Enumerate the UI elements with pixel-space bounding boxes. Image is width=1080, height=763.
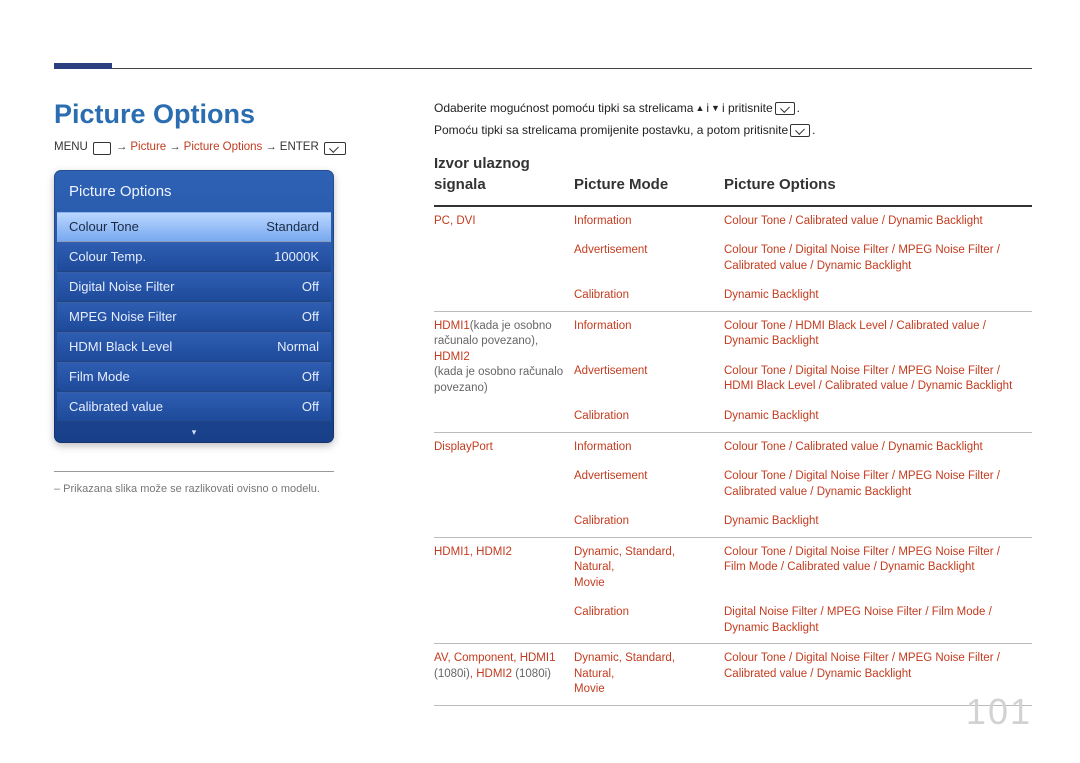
chevron-down-icon[interactable]: ▾ — [57, 422, 331, 440]
cell-options: Dynamic Backlight — [724, 281, 1032, 311]
cell-mode: Advertisement — [574, 462, 724, 507]
bc-menu: MENU — [54, 140, 88, 156]
page-number: 101 — [966, 688, 1032, 737]
cell-source: AVComponentHDMI1 (1080i)HDMI2 (1080i) — [434, 644, 574, 706]
enter-icon — [324, 142, 346, 155]
osd-row[interactable]: Digital Noise Filter Off — [57, 272, 331, 302]
osd-row-value: Off — [302, 398, 319, 416]
th-source: Izvor ulaznog signala — [434, 148, 574, 206]
instruction-2: Pomoću tipki sa strelicama promijenite p… — [434, 122, 1032, 138]
cell-mode: Calibration — [574, 281, 724, 311]
cell-mode: Calibration — [574, 402, 724, 432]
cell-mode: Calibration — [574, 507, 724, 537]
osd-row[interactable]: Calibrated value Off — [57, 392, 331, 422]
cell-options: Colour ToneHDMI Black LevelCalibrated va… — [724, 311, 1032, 357]
cell-mode: Calibration — [574, 598, 724, 644]
menu-icon — [93, 142, 111, 155]
cell-mode: DynamicStandardNaturalMovie — [574, 644, 724, 706]
divider — [54, 471, 334, 472]
cell-mode: Advertisement — [574, 357, 724, 402]
cell-source: DisplayPort — [434, 432, 574, 537]
osd-row[interactable]: Film Mode Off — [57, 362, 331, 392]
osd-row-label: Digital Noise Filter — [69, 278, 174, 296]
osd-row-label: Film Mode — [69, 368, 130, 386]
table-row: AVComponentHDMI1 (1080i)HDMI2 (1080i)Dyn… — [434, 644, 1032, 706]
cell-mode: DynamicStandardNaturalMovie — [574, 537, 724, 598]
cell-options: Colour ToneDigital Noise FilterMPEG Nois… — [724, 236, 1032, 281]
breadcrumb: MENU → Picture → Picture Options → ENTER — [54, 140, 374, 156]
cell-options: Digital Noise FilterMPEG Noise FilterFil… — [724, 598, 1032, 644]
th-mode: Picture Mode — [574, 148, 724, 206]
osd-row-value: Off — [302, 278, 319, 296]
cell-options: Dynamic Backlight — [724, 402, 1032, 432]
cell-options: Dynamic Backlight — [724, 507, 1032, 537]
enter-icon — [790, 124, 810, 137]
cell-options: Colour ToneDigital Noise FilterMPEG Nois… — [724, 537, 1032, 598]
cell-mode: Information — [574, 206, 724, 237]
osd-row[interactable]: MPEG Noise Filter Off — [57, 302, 331, 332]
table-row: DisplayPortInformationColour ToneCalibra… — [434, 432, 1032, 462]
enter-icon — [775, 102, 795, 115]
osd-row-value: Standard — [266, 218, 319, 236]
cell-source: PCDVI — [434, 206, 574, 312]
osd-row-label: Colour Tone — [69, 218, 139, 236]
osd-row-label: MPEG Noise Filter — [69, 308, 177, 326]
th-options: Picture Options — [724, 148, 1032, 206]
osd-row[interactable]: Colour Tone Standard — [57, 212, 331, 242]
cell-source: HDMI1HDMI2 — [434, 537, 574, 644]
osd-row-label: HDMI Black Level — [69, 338, 172, 356]
table-row: HDMI1HDMI2DynamicStandardNaturalMovieCol… — [434, 537, 1032, 598]
osd-row-value: Off — [302, 368, 319, 386]
cell-options: Colour ToneCalibrated valueDynamic Backl… — [724, 206, 1032, 237]
cell-options: Colour ToneDigital Noise FilterMPEG Nois… — [724, 462, 1032, 507]
table-row: PCDVIInformationColour ToneCalibrated va… — [434, 206, 1032, 237]
bc-enter: ENTER — [280, 140, 319, 156]
osd-row-value: Normal — [277, 338, 319, 356]
instruction-1: Odaberite mogućnost pomoću tipki sa stre… — [434, 100, 1032, 116]
cell-mode: Information — [574, 311, 724, 357]
footnote: – Prikazana slika može se razlikovati ov… — [54, 482, 334, 497]
osd-panel: Picture Options Colour ToneStandardColou… — [54, 170, 334, 443]
cell-source: HDMI1(kada je osobno računalo povezano),… — [434, 311, 574, 432]
cell-options: Colour ToneDigital Noise FilterMPEG Nois… — [724, 357, 1032, 402]
osd-row[interactable]: HDMI Black Level Normal — [57, 332, 331, 362]
osd-row-label: Colour Temp. — [69, 248, 146, 266]
cell-mode: Advertisement — [574, 236, 724, 281]
cell-mode: Information — [574, 432, 724, 462]
table-row: HDMI1(kada je osobno računalo povezano),… — [434, 311, 1032, 357]
bc-picture-options: Picture Options — [184, 140, 263, 156]
cell-options: Colour ToneCalibrated valueDynamic Backl… — [724, 432, 1032, 462]
osd-row-value: 10000K — [274, 248, 319, 266]
osd-row-label: Calibrated value — [69, 398, 163, 416]
osd-title: Picture Options — [57, 173, 331, 212]
page-title: Picture Options — [54, 96, 374, 132]
osd-row[interactable]: Colour Temp. 10000K — [57, 242, 331, 272]
options-table: Izvor ulaznog signala Picture Mode Pictu… — [434, 148, 1032, 705]
bc-picture: Picture — [130, 140, 166, 156]
osd-row-value: Off — [302, 308, 319, 326]
